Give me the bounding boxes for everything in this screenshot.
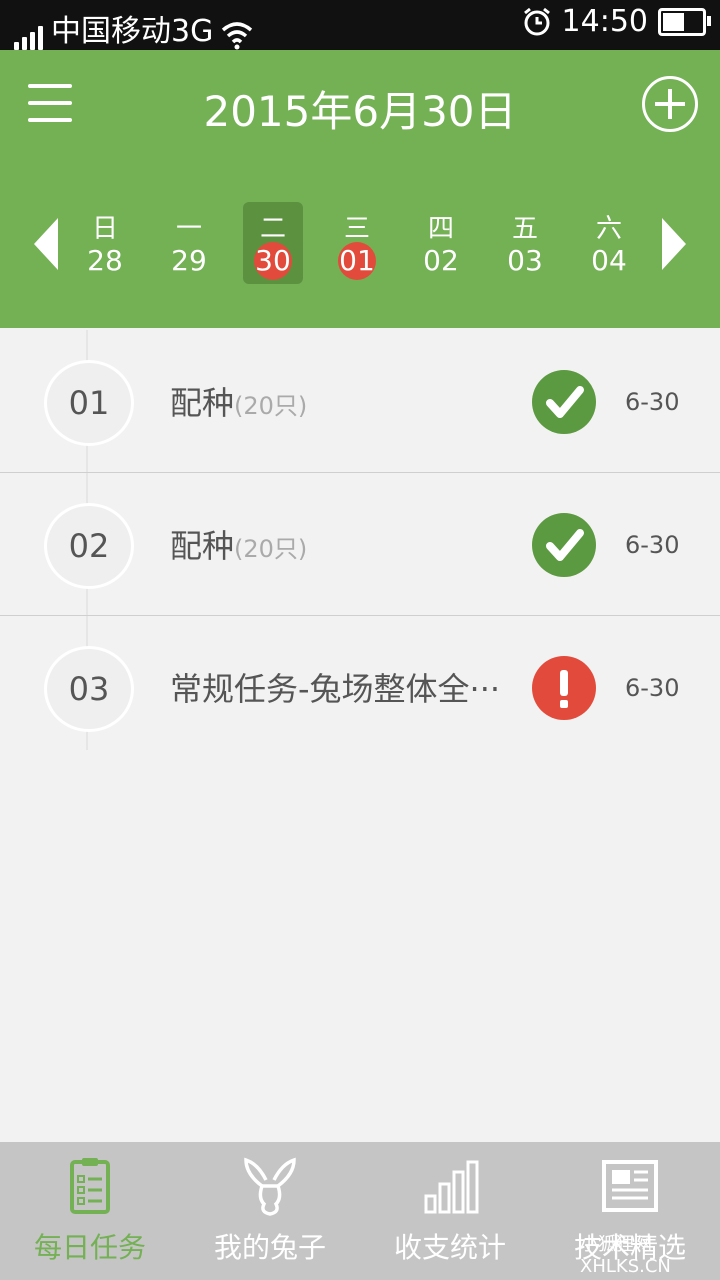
date-label: 04 xyxy=(591,244,627,277)
check-circle-icon xyxy=(532,370,596,434)
task-name: 常规任务-兔场整体全··· xyxy=(170,664,500,710)
alarm-icon xyxy=(523,7,550,35)
task-row[interactable]: 02 配种(20只) 6-30 xyxy=(0,473,720,616)
task-number: 03 xyxy=(44,646,134,732)
status-left: 中国移动3G xyxy=(14,6,253,50)
tab-label: 收支统计 xyxy=(393,1231,506,1264)
calendar-day[interactable]: 日 28 xyxy=(75,202,135,284)
battery-icon xyxy=(658,7,711,36)
date-label: 01 xyxy=(338,242,376,280)
weekday-label: 五 xyxy=(511,214,538,244)
weekday-label: 日 xyxy=(91,214,118,244)
date-label: 03 xyxy=(507,244,543,277)
weekday-label: 一 xyxy=(175,214,202,244)
next-week-arrow-icon[interactable] xyxy=(662,218,686,270)
task-date: 6-30 xyxy=(625,388,680,416)
wifi-icon xyxy=(222,22,253,50)
clipboard-icon xyxy=(70,1158,110,1214)
calendar-day[interactable]: 二 30 xyxy=(243,202,303,284)
weekday-label: 二 xyxy=(259,214,286,244)
date-label: 29 xyxy=(171,244,207,277)
task-name: 配种(20只) xyxy=(170,521,307,567)
page-title: 2015年6月30日 xyxy=(203,87,517,136)
bar-chart-icon xyxy=(424,1160,479,1214)
date-label: 02 xyxy=(423,244,459,277)
task-count: (20只) xyxy=(234,535,308,563)
alert-circle-icon xyxy=(532,656,596,720)
carrier-label: 中国移动3G xyxy=(51,14,214,49)
signal-icon xyxy=(14,24,43,50)
tab-label: 我的兔子 xyxy=(213,1231,326,1264)
task-number: 01 xyxy=(44,360,134,446)
tab-label: 每日任务 xyxy=(33,1231,146,1264)
date-label: 28 xyxy=(87,244,123,277)
task-name: 配种(20只) xyxy=(170,378,307,424)
plus-circle-icon[interactable] xyxy=(642,76,698,132)
tab-daily-tasks[interactable]: 每日任务 xyxy=(0,1142,180,1280)
rabbit-icon xyxy=(244,1157,296,1216)
prev-week-arrow-icon[interactable] xyxy=(34,218,58,270)
task-title: 常规任务-兔场整体全··· xyxy=(170,670,501,708)
battery-fill xyxy=(663,12,684,31)
newspaper-icon xyxy=(602,1160,658,1212)
calendar-day[interactable]: 五 03 xyxy=(495,202,555,284)
task-count: (20只) xyxy=(234,392,308,420)
status-bar: 中国移动3G 14:50 xyxy=(0,0,720,50)
date-label: 30 xyxy=(254,242,292,280)
weekday-label: 六 xyxy=(595,214,622,244)
task-row[interactable]: 03 常规任务-兔场整体全··· 6-30 xyxy=(0,616,720,759)
calendar-day[interactable]: 六 04 xyxy=(579,202,639,284)
task-row[interactable]: 01 配种(20只) 6-30 xyxy=(0,330,720,473)
task-date: 6-30 xyxy=(625,674,680,702)
weekday-label: 四 xyxy=(427,214,454,244)
task-title: 配种 xyxy=(170,384,235,422)
calendar-day[interactable]: 三 01 xyxy=(327,202,387,284)
app-header: 2015年6月30日 日 28 一 29 二 30 三 01 四 02 五 03 六 04 xyxy=(0,50,720,328)
calendar-day[interactable]: 四 02 xyxy=(411,202,471,284)
weekday-label: 三 xyxy=(343,214,370,244)
calendar-day[interactable]: 一 29 xyxy=(159,202,219,284)
check-circle-icon xyxy=(532,513,596,577)
tab-finance-stats[interactable]: 收支统计 xyxy=(360,1142,540,1280)
clock-label: 14:50 xyxy=(561,4,648,39)
task-date: 6-30 xyxy=(625,531,680,559)
status-right: 14:50 xyxy=(522,4,711,39)
task-title: 配种 xyxy=(170,527,235,565)
watermark: 小狐狸网 XHLKS.CN xyxy=(580,1234,671,1277)
tab-my-rabbits[interactable]: 我的兔子 xyxy=(180,1142,360,1280)
task-number: 02 xyxy=(44,503,134,589)
